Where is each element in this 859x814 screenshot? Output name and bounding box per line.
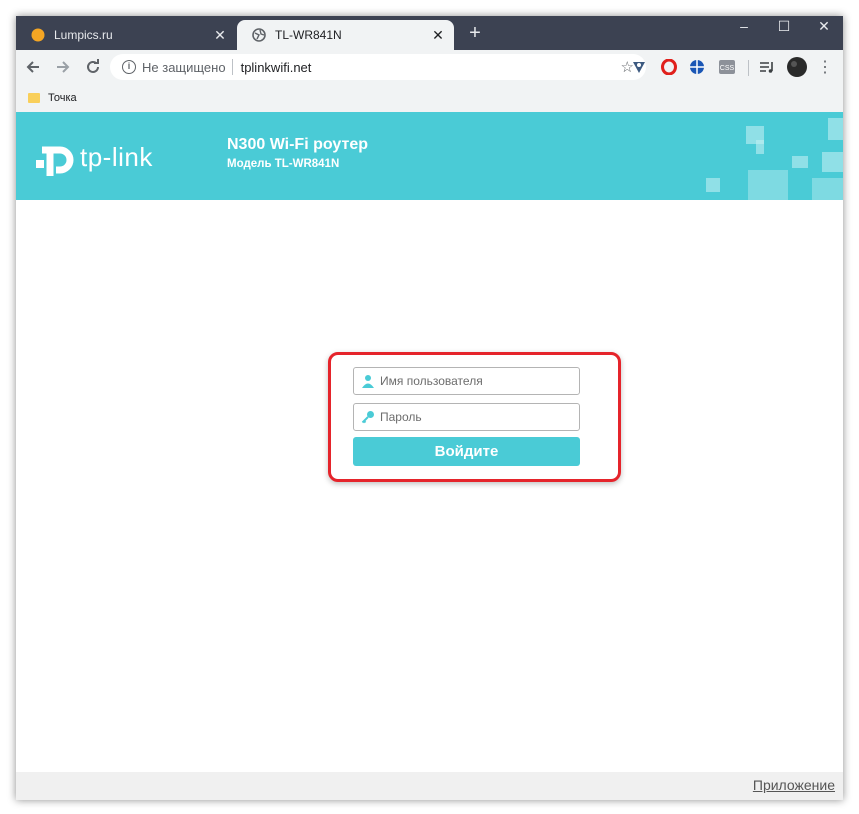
- divider: [748, 60, 749, 76]
- lumpics-icon: [30, 27, 46, 43]
- globe-icon: [251, 27, 267, 43]
- page-content: tp-link N300 Wi-Fi роутер Модель TL-WR84…: [16, 112, 843, 800]
- tab-lumpics[interactable]: Lumpics.ru ✕: [16, 20, 236, 50]
- password-placeholder: Пароль: [380, 410, 422, 424]
- tp-link-logo-icon: [34, 138, 76, 185]
- brand-logo-text: tp-link: [80, 142, 153, 172]
- close-icon[interactable]: ✕: [428, 27, 448, 44]
- address-bar[interactable]: i Не защищено tplinkwifi.net ☆: [110, 54, 646, 80]
- new-tab-button[interactable]: +: [464, 22, 486, 46]
- profile-avatar[interactable]: [787, 57, 807, 77]
- menu-icon[interactable]: ⋮: [816, 58, 834, 76]
- opera-icon[interactable]: [660, 58, 678, 76]
- decor-square: [812, 178, 843, 200]
- browser-window: Lumpics.ru ✕ TL-WR841N ✕ + – ☐ ✕ i Не за…: [16, 16, 843, 800]
- info-icon[interactable]: i: [122, 60, 136, 74]
- password-field[interactable]: Пароль: [353, 403, 580, 431]
- decor-square: [792, 156, 808, 168]
- bookmark-item[interactable]: Точка: [48, 92, 77, 104]
- login-form: Имя пользователя Пароль Войдите: [328, 352, 621, 482]
- css-icon[interactable]: CSS: [718, 58, 736, 76]
- back-icon[interactable]: [20, 54, 46, 80]
- security-status: Не защищено: [142, 59, 226, 75]
- playlist-icon[interactable]: [758, 58, 776, 76]
- tab-tl-wr841n[interactable]: TL-WR841N ✕: [237, 20, 454, 50]
- router-model: Модель TL-WR841N: [227, 158, 340, 170]
- maximize-button[interactable]: ☐: [762, 16, 806, 40]
- url-text: tplinkwifi.net: [240, 59, 312, 75]
- globe-extension-icon[interactable]: [688, 58, 706, 76]
- username-field[interactable]: Имя пользователя: [353, 367, 580, 395]
- close-icon[interactable]: ✕: [210, 27, 230, 44]
- forward-icon[interactable]: [50, 54, 76, 80]
- username-placeholder: Имя пользователя: [380, 374, 483, 388]
- svg-text:CSS: CSS: [720, 65, 735, 72]
- login-button[interactable]: Войдите: [353, 437, 580, 466]
- divider: [231, 59, 233, 75]
- browser-toolbar: i Не защищено tplinkwifi.net ☆ CSS ⋮: [16, 50, 843, 84]
- decor-square: [828, 118, 843, 140]
- close-window-button[interactable]: ✕: [802, 16, 843, 40]
- decor-square: [756, 140, 764, 154]
- header-banner: tp-link N300 Wi-Fi роутер Модель TL-WR84…: [16, 112, 843, 200]
- tab-strip: Lumpics.ru ✕ TL-WR841N ✕ + – ☐ ✕: [16, 16, 843, 50]
- router-title: N300 Wi-Fi роутер: [227, 136, 369, 153]
- folder-icon: [28, 93, 40, 103]
- tab-title: TL-WR841N: [275, 28, 342, 42]
- decor-square: [748, 170, 788, 200]
- bookmarks-bar: Точка: [16, 84, 843, 112]
- footer-bar: Приложение: [16, 772, 843, 800]
- key-icon: [361, 409, 375, 425]
- reload-icon[interactable]: [80, 54, 106, 80]
- decor-square: [822, 152, 843, 172]
- minimize-button[interactable]: –: [722, 16, 766, 40]
- user-icon: [361, 373, 375, 389]
- tab-title: Lumpics.ru: [54, 28, 113, 42]
- decor-square: [706, 178, 720, 192]
- app-link[interactable]: Приложение: [753, 777, 835, 793]
- vpn-icon[interactable]: [630, 58, 648, 76]
